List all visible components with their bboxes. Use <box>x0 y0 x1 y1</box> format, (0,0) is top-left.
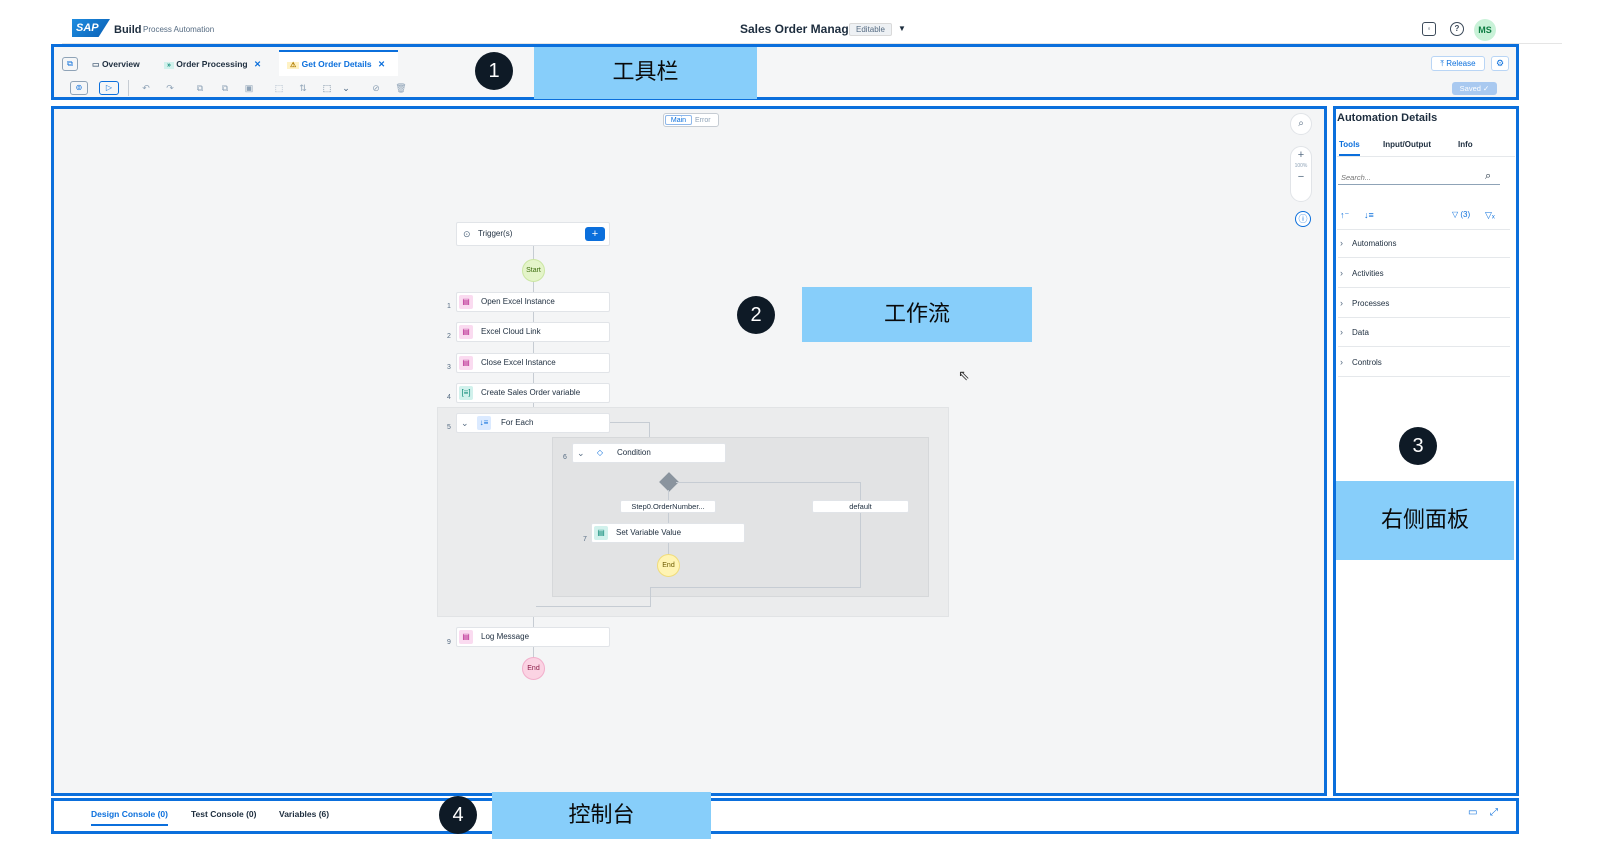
workflow-highlight <box>51 106 1327 796</box>
shell-bar: SAP Build Process Automation Sales Order… <box>62 12 1562 44</box>
callout-label-right-panel: 右侧面板 <box>1336 481 1514 560</box>
callout-label-console: 控制台 <box>492 792 711 839</box>
console-highlight <box>51 798 1519 834</box>
editable-badge[interactable]: Editable <box>849 23 892 36</box>
callout-number-3: 3 <box>1399 427 1437 465</box>
avatar[interactable]: MS <box>1474 19 1496 41</box>
notification-icon[interactable]: ◦ <box>1422 22 1436 36</box>
callout-number-1: 1 <box>475 52 513 90</box>
toolbar-highlight <box>51 44 1519 100</box>
help-icon[interactable]: ? <box>1450 22 1464 36</box>
build-label: Build <box>114 24 142 36</box>
project-title: Sales Order Management <box>739 22 885 36</box>
callout-number-2: 2 <box>737 296 775 334</box>
callout-label-toolbar: 工具栏 <box>534 47 757 99</box>
chevron-down-icon[interactable]: ▼ <box>898 24 906 33</box>
product-label: Process Automation <box>143 25 215 34</box>
sap-logo: SAP <box>72 19 110 37</box>
callout-number-4: 4 <box>439 796 477 834</box>
callout-label-workflow: 工作流 <box>802 287 1032 342</box>
app-root: SAP Build Process Automation Sales Order… <box>0 0 1600 867</box>
